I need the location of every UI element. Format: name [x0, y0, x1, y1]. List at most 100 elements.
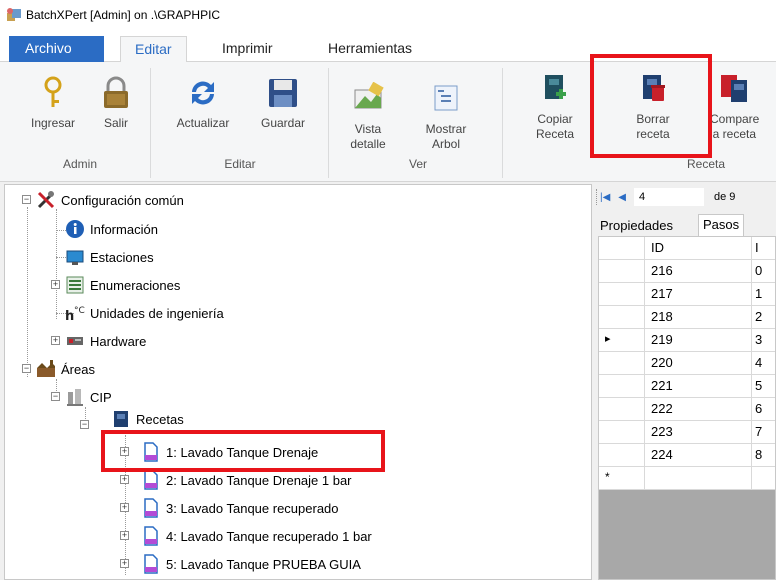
tree-node-recipe-4[interactable]: 4: Lavado Tanque recuperado 1 bar: [141, 524, 372, 548]
row-header[interactable]: *: [599, 467, 645, 489]
row-header[interactable]: [599, 421, 645, 443]
lock-icon: [99, 76, 133, 110]
record-position-input[interactable]: 4: [634, 188, 704, 206]
table-row[interactable]: 217 1: [599, 283, 775, 306]
copiar-label-2: Receta: [535, 127, 575, 141]
key-icon: [36, 76, 70, 110]
table-row[interactable]: 218 2: [599, 306, 775, 329]
table-row[interactable]: 223 7: [599, 421, 775, 444]
tree-node-estaciones[interactable]: Estaciones: [65, 245, 154, 269]
group-label-editar: Editar: [224, 157, 256, 171]
row-header[interactable]: [599, 306, 645, 328]
ingresar-button[interactable]: Ingresar: [22, 76, 84, 131]
units-icon: h °C: [65, 303, 85, 324]
cell-id: 222: [651, 401, 673, 416]
expand-toggle[interactable]: +: [120, 503, 129, 512]
vista-label-2: detalle: [350, 137, 386, 151]
tab-editar[interactable]: Editar: [120, 36, 187, 63]
tree-node-label: Estaciones: [90, 249, 154, 265]
cell-value: 7: [751, 421, 762, 443]
expand-toggle[interactable]: +: [51, 280, 60, 289]
table-row-current[interactable]: ▸ 219 3: [599, 329, 775, 352]
new-row[interactable]: *: [599, 467, 775, 490]
row-header[interactable]: [599, 260, 645, 282]
row-header[interactable]: ▸: [599, 329, 645, 351]
expand-toggle[interactable]: +: [120, 531, 129, 540]
tree-node-label: 4: Lavado Tanque recuperado 1 bar: [166, 528, 372, 544]
cell-id: 224: [651, 447, 673, 462]
tab-imprimir[interactable]: Imprimir: [208, 36, 287, 62]
tree-node-label: Información: [90, 221, 158, 237]
detail-view-icon: [351, 81, 385, 116]
guardar-label: Guardar: [260, 116, 306, 130]
cell-value: 2: [751, 306, 762, 328]
copiar-receta-button[interactable]: Copiar Receta: [524, 72, 586, 142]
collapse-toggle[interactable]: −: [80, 420, 89, 429]
tools-icon: [36, 190, 56, 210]
save-icon: [266, 76, 300, 110]
table-row[interactable]: 224 8: [599, 444, 775, 467]
cell-id: 223: [651, 424, 673, 439]
tab-herramientas[interactable]: Herramientas: [314, 36, 426, 62]
tree-node-recetas[interactable]: Recetas: [111, 410, 184, 428]
refresh-icon: [186, 76, 220, 110]
row-header[interactable]: [599, 444, 645, 466]
group-label-admin: Admin: [62, 157, 97, 171]
table-row[interactable]: 221 5: [599, 375, 775, 398]
first-record-icon[interactable]: |◀: [600, 192, 610, 203]
tree-node-label: 5: Lavado Tanque PRUEBA GUIA: [166, 556, 361, 572]
tree-node-label: Configuración común: [61, 192, 184, 208]
tree-node-informacion[interactable]: Información: [65, 217, 158, 241]
tank-icon: [65, 387, 85, 407]
row-header[interactable]: [599, 352, 645, 374]
expand-toggle[interactable]: +: [120, 559, 129, 568]
mostrar-arbol-button[interactable]: Mostrar Arbol: [416, 82, 476, 152]
guardar-button[interactable]: Guardar: [252, 76, 314, 131]
tree-node-cip[interactable]: CIP: [65, 385, 112, 409]
salir-label: Salir: [103, 116, 128, 130]
tab-propiedades[interactable]: Propiedades: [596, 217, 677, 236]
ribbon-panel: Ingresar Salir Admin Actualizar Guardar …: [0, 54, 776, 182]
tab-archivo[interactable]: Archivo: [9, 36, 104, 62]
column-header-id[interactable]: ID: [651, 240, 664, 255]
table-row[interactable]: 216 0: [599, 260, 775, 283]
toolbar-grip: [596, 189, 597, 205]
table-row[interactable]: 222 6: [599, 398, 775, 421]
copiar-label-1: Copiar: [537, 112, 573, 126]
recipe-doc-icon: [141, 526, 161, 546]
expand-toggle[interactable]: +: [51, 336, 60, 345]
table-row[interactable]: 220 4: [599, 352, 775, 375]
tree-node-config[interactable]: Configuración común: [36, 188, 184, 212]
tree-node-hardware[interactable]: Hardware: [65, 329, 146, 353]
compare-receta-button[interactable]: Compare la receta: [710, 72, 776, 142]
tree-node-label: 2: Lavado Tanque Drenaje 1 bar: [166, 472, 352, 488]
row-header[interactable]: [599, 398, 645, 420]
collapse-toggle[interactable]: −: [22, 364, 31, 373]
expand-toggle[interactable]: +: [120, 475, 129, 484]
tree-node-areas[interactable]: Áreas: [36, 357, 95, 381]
info-icon: [65, 219, 85, 239]
previous-record-icon[interactable]: ◀: [618, 192, 626, 203]
actualizar-button[interactable]: Actualizar: [164, 76, 242, 131]
collapse-toggle[interactable]: −: [51, 392, 60, 401]
tree-node-label: Recetas: [136, 411, 184, 427]
collapse-toggle[interactable]: −: [22, 195, 31, 204]
tree-node-recipe-3[interactable]: 3: Lavado Tanque recuperado: [141, 496, 339, 520]
record-navigator: |◀ ◀ 4 de 9: [594, 184, 776, 210]
tab-pasos[interactable]: Pasos: [698, 214, 745, 236]
vista-detalle-button[interactable]: Vista detalle: [342, 81, 394, 152]
tree-node-label: CIP: [90, 389, 112, 405]
column-header-2[interactable]: I: [751, 237, 759, 259]
tree-node-recipe-5[interactable]: 5: Lavado Tanque PRUEBA GUIA: [141, 552, 361, 576]
cell-id: 221: [651, 378, 673, 393]
salir-button[interactable]: Salir: [94, 76, 138, 131]
tree-node-enumeraciones[interactable]: Enumeraciones: [65, 273, 180, 297]
row-header[interactable]: [599, 283, 645, 305]
tree-view-icon: [429, 82, 463, 116]
tree-node-unidades[interactable]: h °C Unidades de ingeniería: [65, 301, 224, 325]
tree-node-label: Enumeraciones: [90, 277, 181, 293]
svg-text:°C: °C: [74, 306, 85, 316]
recipe-tree: − Configuración común Información Estaci…: [4, 184, 592, 580]
group-separator: [328, 68, 329, 178]
row-header[interactable]: [599, 375, 645, 397]
